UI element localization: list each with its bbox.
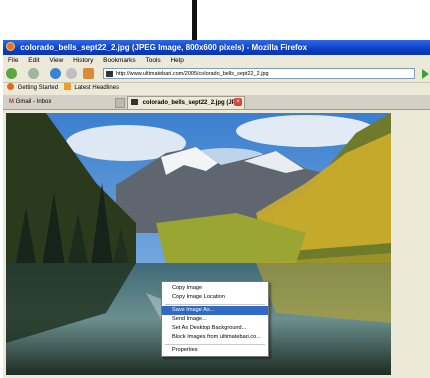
menu-properties[interactable]: Properties: [162, 346, 268, 355]
menu-block-images[interactable]: Block Images from ultimatebari.co...: [162, 333, 268, 342]
menu-file[interactable]: File: [8, 57, 18, 64]
menu-copy-image[interactable]: Copy Image: [162, 284, 268, 293]
tab-label: colorado_bells_sept22_2.jpg (JP...: [142, 100, 240, 106]
menu-bookmarks[interactable]: Bookmarks: [103, 57, 136, 64]
back-icon[interactable]: [6, 68, 17, 79]
home-icon[interactable]: [83, 68, 94, 79]
bookmarks-toolbar: Getting Started Latest Headlines: [3, 83, 430, 94]
bookmark-label: Latest Headlines: [74, 85, 120, 91]
tab-bar: M Gmail - Inbox colorado_bells_sept22_2.…: [3, 95, 430, 110]
bookmark-icon: [7, 83, 14, 90]
tab-image[interactable]: colorado_bells_sept22_2.jpg (JP...: [127, 96, 245, 109]
firefox-icon: [6, 42, 15, 51]
menu-view[interactable]: View: [49, 57, 63, 64]
stop-icon[interactable]: [66, 68, 77, 79]
window-title: colorado_bells_sept22_2.jpg (JPEG Image,…: [20, 43, 308, 52]
site-icon: [106, 71, 113, 77]
menu-edit[interactable]: Edit: [28, 57, 39, 64]
tab-separator-icon: [115, 98, 125, 108]
rss-icon: [63, 83, 71, 90]
menu-separator: [165, 344, 265, 345]
menu-separator: [165, 304, 265, 305]
navigation-toolbar: http://www.ultimatebari.com/2005/colorad…: [3, 66, 430, 83]
tab-label: Gmail - Inbox: [15, 99, 52, 105]
reload-icon[interactable]: [50, 68, 61, 79]
context-menu: Copy Image Copy Image Location Save Imag…: [161, 281, 269, 357]
menu-copy-image-location[interactable]: Copy Image Location: [162, 293, 268, 302]
menu-history[interactable]: History: [73, 57, 93, 64]
menu-set-desktop-background[interactable]: Set As Desktop Background...: [162, 324, 268, 333]
bookmark-label: Getting Started: [17, 85, 59, 91]
gmail-icon: M: [9, 99, 14, 105]
url-bar[interactable]: http://www.ultimatebari.com/2005/colorad…: [103, 68, 415, 79]
go-icon[interactable]: [422, 69, 429, 79]
firefox-window: colorado_bells_sept22_2.jpg (JPEG Image,…: [3, 40, 430, 378]
title-bar: colorado_bells_sept22_2.jpg (JPEG Image,…: [3, 40, 430, 55]
menu-send-image[interactable]: Send Image...: [162, 315, 268, 324]
close-tab-icon[interactable]: ×: [234, 98, 242, 106]
tab-gmail[interactable]: M Gmail - Inbox: [6, 96, 124, 108]
menu-save-image-as[interactable]: Save Image As...: [162, 306, 268, 315]
bookmark-getting-started[interactable]: Getting Started: [7, 83, 60, 91]
menu-help[interactable]: Help: [170, 57, 183, 64]
menu-bar: File Edit View History Bookmarks Tools H…: [3, 55, 430, 66]
menu-tools[interactable]: Tools: [145, 57, 160, 64]
bookmark-latest-headlines[interactable]: Latest Headlines: [63, 83, 120, 91]
url-text: http://www.ultimatebari.com/2005/colorad…: [116, 71, 269, 77]
image-tab-icon: [131, 99, 138, 105]
forward-icon[interactable]: [28, 68, 39, 79]
